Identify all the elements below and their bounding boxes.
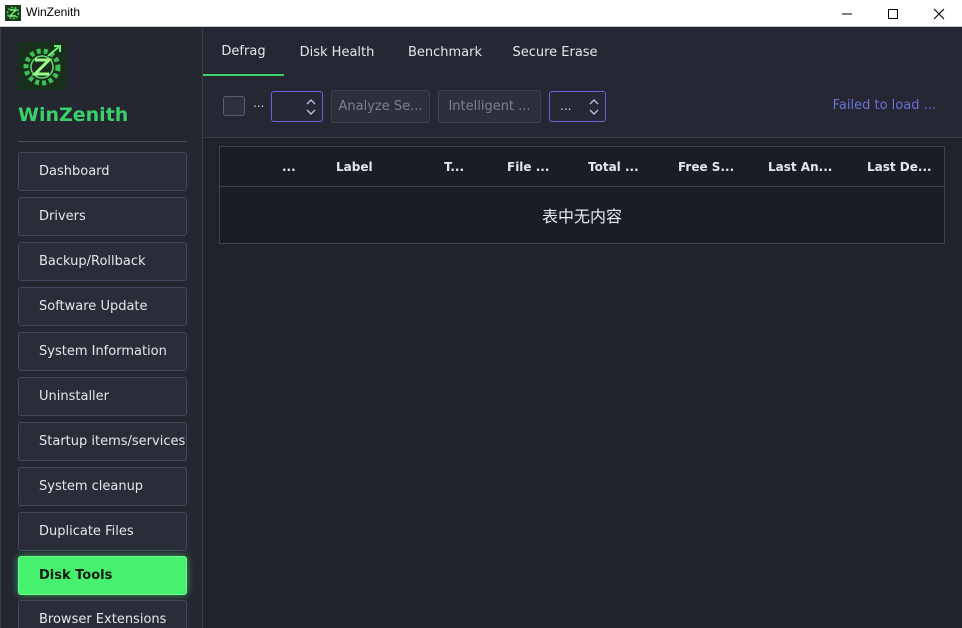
app-logo-icon — [5, 5, 21, 21]
close-icon — [933, 8, 945, 19]
tab-defrag[interactable]: Defrag — [203, 28, 284, 76]
window-title: WinZenith — [26, 5, 81, 19]
column-header-type[interactable]: T... — [444, 160, 464, 174]
tab-bar: Defrag Disk Health Benchmark Secure Eras… — [203, 28, 962, 76]
analyze-button[interactable]: Analyze Se... — [331, 90, 430, 123]
sidebar-item-browser-extensions[interactable]: Browser Extensions — [18, 600, 187, 628]
column-header[interactable]: ... — [282, 160, 296, 174]
column-header-label[interactable]: Label — [336, 160, 373, 174]
maximize-icon — [888, 8, 898, 19]
sidebar-item-disk-tools[interactable]: Disk Tools — [18, 556, 187, 595]
status-text: Failed to load ... — [832, 98, 936, 113]
table-header: ... Label T... File ... Total ... Free S… — [220, 147, 944, 187]
main-panel: Defrag Disk Health Benchmark Secure Eras… — [203, 28, 962, 628]
minimize-button[interactable] — [824, 0, 870, 27]
close-button[interactable] — [916, 0, 962, 27]
empty-table-message: 表中无内容 — [541, 207, 622, 226]
tab-secure-erase[interactable]: Secure Erase — [508, 28, 602, 76]
column-header-file-system[interactable]: File ... — [507, 160, 549, 174]
sidebar-item-backup-rollback[interactable]: Backup/Rollback — [18, 242, 187, 281]
column-header-total-size[interactable]: Total ... — [588, 160, 639, 174]
sidebar-item-drivers[interactable]: Drivers — [18, 197, 187, 236]
sidebar: WinZenith Dashboard Drivers Backup/Rollb… — [0, 28, 203, 628]
tab-benchmark[interactable]: Benchmark — [401, 28, 489, 76]
spinner-1[interactable] — [271, 91, 323, 122]
sidebar-item-system-information[interactable]: System Information — [18, 332, 187, 371]
column-header-last-analyzed[interactable]: Last An... — [768, 160, 832, 174]
winzenith-logo-icon — [18, 42, 66, 90]
spinner-arrows-icon[interactable] — [306, 97, 316, 117]
maximize-button[interactable] — [870, 0, 916, 27]
column-header-last-defrag[interactable]: Last De... — [867, 160, 932, 174]
sidebar-item-startup-items[interactable]: Startup items/services — [18, 422, 187, 461]
disk-table: ... Label T... File ... Total ... Free S… — [219, 146, 945, 244]
minimize-icon — [842, 13, 852, 14]
select-all-checkbox[interactable] — [223, 96, 245, 116]
title-bar: WinZenith — [0, 0, 962, 27]
spinner-arrows-icon[interactable] — [589, 97, 599, 117]
tab-disk-health[interactable]: Disk Health — [293, 28, 381, 76]
column-header-free-space[interactable]: Free S... — [678, 160, 734, 174]
toolbar: ... Analyze Se... Intelligent ... ... Fa… — [203, 76, 962, 138]
sidebar-item-software-update[interactable]: Software Update — [18, 287, 187, 326]
spinner-2[interactable]: ... — [549, 91, 606, 122]
sidebar-item-dashboard[interactable]: Dashboard — [18, 152, 187, 191]
spinner-2-value: ... — [560, 99, 572, 113]
checkbox-label: ... — [253, 96, 265, 110]
intelligent-button[interactable]: Intelligent ... — [438, 90, 541, 123]
sidebar-divider — [18, 141, 187, 142]
sidebar-item-duplicate-files[interactable]: Duplicate Files — [18, 512, 187, 551]
sidebar-item-uninstaller[interactable]: Uninstaller — [18, 377, 187, 416]
sidebar-item-system-cleanup[interactable]: System cleanup — [18, 467, 187, 506]
brand-name: WinZenith — [18, 104, 129, 126]
